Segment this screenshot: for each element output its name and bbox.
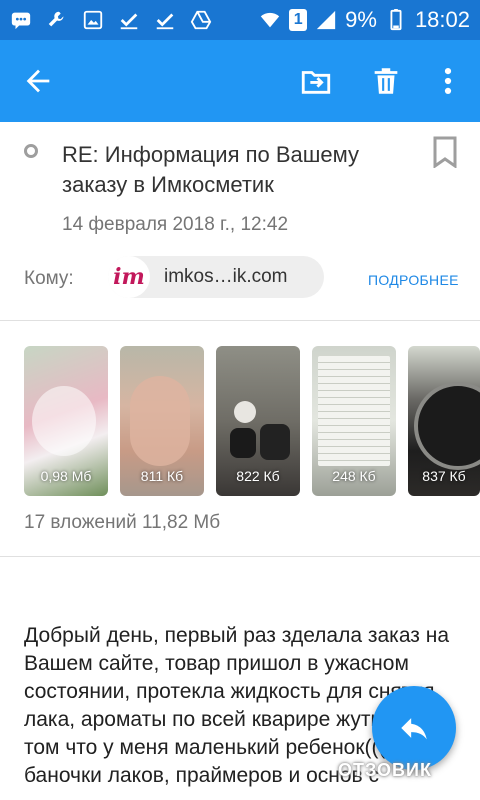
move-button[interactable] (288, 53, 344, 109)
more-vert-icon (444, 67, 452, 95)
drive-icon (190, 9, 212, 31)
move-to-folder-icon (301, 71, 331, 94)
reply-button[interactable] (372, 686, 456, 770)
avatar: im (108, 256, 150, 298)
more-options-button[interactable] (420, 53, 476, 109)
wrench-icon (46, 9, 68, 31)
sim-icon: 1 (289, 9, 308, 31)
check-icon (154, 9, 176, 31)
attachment-size: 822 Кб (236, 468, 280, 484)
back-button[interactable] (10, 53, 66, 109)
wifi-icon (259, 9, 281, 31)
battery-percent: 9% (345, 7, 377, 32)
attachment-size: 0,98 Мб (40, 468, 92, 484)
attachments-summary: 17 вложений 11,82 Мб (24, 512, 221, 533)
attachment-thumbnail[interactable]: 248 Кб (312, 346, 396, 496)
attachment-size: 248 Кб (332, 468, 376, 484)
attachment-size: 811 Кб (140, 468, 184, 484)
attachment-thumbnail[interactable]: 0,98 Мб (24, 346, 108, 496)
attachment-thumbnail[interactable]: 837 Кб (408, 346, 480, 496)
battery-icon (385, 9, 407, 31)
recipient-email: imkos…ik.com (164, 266, 288, 287)
delete-button[interactable] (358, 53, 414, 109)
check-icon (118, 9, 140, 31)
details-link[interactable]: ПОДРОБНЕЕ (368, 272, 459, 288)
reply-icon (401, 718, 427, 740)
app-bar (0, 40, 480, 122)
unread-indicator-icon[interactable] (24, 144, 38, 158)
recipient-chip[interactable]: im imkos…ik.com (108, 256, 324, 298)
attachment-thumbnail[interactable]: 822 Кб (216, 346, 300, 496)
attachment-thumbnail[interactable]: 811 Кб (120, 346, 204, 496)
divider (0, 320, 480, 321)
message-icon (10, 9, 32, 31)
bookmark-button[interactable] (432, 136, 458, 169)
signal-icon (315, 9, 337, 31)
watermark-logo: ОТЗОВИК (338, 760, 432, 780)
image-icon (82, 9, 104, 31)
attachment-size: 837 Кб (422, 468, 466, 484)
arrow-back-icon (26, 69, 50, 93)
bookmark-icon (433, 136, 457, 169)
divider (0, 556, 480, 557)
message-date: 14 февраля 2018 г., 12:42 (62, 214, 289, 235)
clock: 18:02 (414, 7, 470, 32)
attachments-strip[interactable]: 0,98 Мб 811 Кб 822 Кб 248 Кб 837 Кб (24, 346, 480, 496)
message-subject: RE: Информация по Вашему заказу в Имкосм… (62, 142, 360, 197)
to-label: Кому: (24, 268, 74, 289)
trash-icon (374, 68, 398, 94)
status-bar: 1 9% 18:02 (0, 0, 480, 40)
